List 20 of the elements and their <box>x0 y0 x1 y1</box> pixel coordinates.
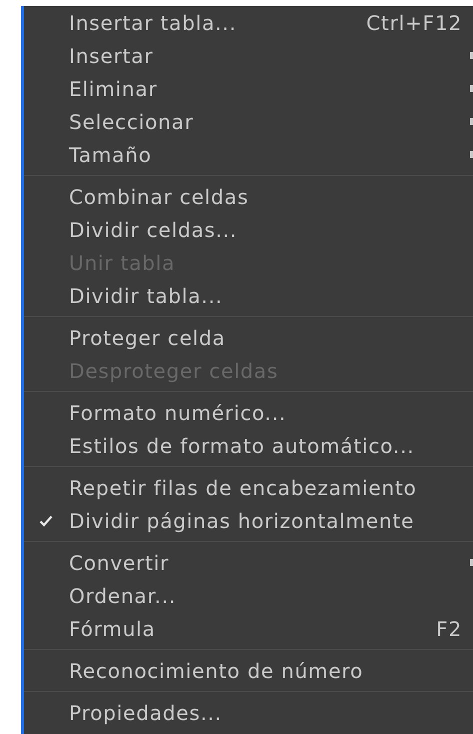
menu-item[interactable]: Fórmula F2 <box>24 612 473 645</box>
menu-item[interactable]: Dividir tabla... <box>24 279 473 312</box>
menu-item[interactable]: Dividir celdas... <box>24 213 473 246</box>
menu-item[interactable]: Propiedades... <box>24 696 473 729</box>
menu-item[interactable]: Dividir páginas horizontalmente <box>24 504 473 537</box>
menu-item[interactable]: Insertar <box>24 39 473 72</box>
menu-item[interactable]: Tamaño <box>24 138 473 171</box>
menu-item[interactable]: Proteger celda <box>24 321 473 354</box>
menu-item[interactable]: Ordenar... <box>24 579 473 612</box>
menu-item[interactable]: Convertir <box>24 546 473 579</box>
menu-item[interactable]: Estilos de formato automático... <box>24 429 473 462</box>
menu-item[interactable]: Reconocimiento de número <box>24 654 473 687</box>
menu-item[interactable]: Formato numérico... <box>24 396 473 429</box>
menu-item[interactable]: Insertar tabla... Ctrl+F12 <box>24 6 473 39</box>
menu-item[interactable]: Eliminar <box>24 72 473 105</box>
menu-item[interactable]: Repetir filas de encabezamiento <box>24 471 473 504</box>
shortcut-label: Ctrl+F12 <box>366 10 463 36</box>
shortcut-label: F2 <box>436 616 463 642</box>
menu-item[interactable]: Combinar celdas <box>24 180 473 213</box>
menu-item[interactable]: Seleccionar <box>24 105 473 138</box>
